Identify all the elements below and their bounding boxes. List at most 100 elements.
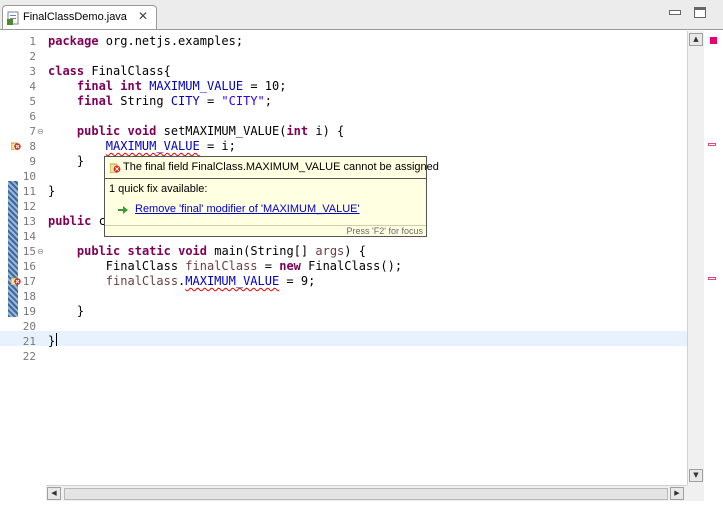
keyword: int (120, 79, 142, 93)
code-text: ; (264, 94, 273, 108)
horizontal-scrollbar[interactable]: ◀ ▶ (46, 485, 687, 501)
line-number: 14 (22, 230, 36, 243)
line-number: 12 (22, 200, 36, 213)
code-line-7: public void setMAXIMUM_VALUE(int i) { (48, 124, 344, 138)
keyword: void (178, 244, 207, 258)
scroll-right-button[interactable]: ▶ (670, 487, 684, 500)
code-text: } (48, 334, 56, 348)
code-line-21: } (48, 334, 55, 348)
code-text: FinalClass(); (300, 259, 403, 273)
code-line-9: } (48, 154, 84, 168)
tab-title: FinalClassDemo.java (23, 11, 127, 23)
code-text: = 10; (243, 79, 287, 93)
code-text: FinalClass{ (84, 64, 171, 78)
line-number: 11 (22, 185, 36, 198)
code-line-4: final int MAXIMUM_VALUE = 10; (48, 79, 287, 93)
code-text: = i; (199, 139, 236, 153)
quick-fix-count: 1 quick fix available: (109, 183, 208, 195)
error-field-name[interactable]: MAXIMUM_VALUE (185, 274, 279, 288)
error-marker-icon[interactable] (11, 140, 21, 150)
code-line-16: FinalClass finalClass = new FinalClass()… (48, 259, 402, 273)
field-name: CITY (170, 94, 200, 108)
overview-ruler[interactable] (704, 31, 723, 485)
code-text: } (76, 304, 85, 318)
line-number: 3 (29, 65, 36, 78)
local-variable: finalClass (185, 259, 258, 273)
scroll-left-button[interactable]: ◀ (47, 487, 61, 500)
fold-collapse-icon[interactable]: ⊖ (37, 127, 44, 136)
keyword: new (279, 259, 301, 273)
fold-collapse-icon[interactable]: ⊖ (37, 247, 44, 256)
line-number: 5 (29, 95, 36, 108)
line-number: 4 (29, 80, 36, 93)
code-text: org.netjs.examples; (98, 34, 244, 48)
tab-finalclassdemo[interactable]: FinalClassDemo.java ✕ (2, 5, 157, 30)
code-text: FinalClass (105, 259, 186, 273)
scroll-down-button[interactable]: ▼ (689, 469, 703, 482)
error-field-name[interactable]: MAXIMUM_VALUE (106, 139, 200, 153)
scroll-up-button[interactable]: ▲ (689, 33, 703, 46)
code-text: ) { (344, 244, 366, 258)
popup-header: The final field FinalClass.MAXIMUM_VALUE… (105, 157, 439, 179)
line-number: 13 (22, 215, 36, 228)
code-text: } (76, 154, 85, 168)
keyword: void (127, 124, 157, 138)
string-literal: "CITY" (221, 94, 265, 108)
code-text: String (113, 94, 171, 108)
overview-error-mark[interactable] (708, 143, 716, 146)
error-icon (110, 163, 121, 173)
line-number: 10 (22, 170, 36, 183)
line-number: 21 (22, 335, 36, 348)
vertical-scrollbar[interactable]: ▲ ▼ (687, 31, 704, 485)
keyword: public (76, 244, 121, 258)
error-summary-indicator[interactable] (710, 37, 717, 44)
error-message: The final field FinalClass.MAXIMUM_VALUE… (123, 161, 439, 173)
line-number: 7 (29, 125, 36, 138)
close-icon[interactable]: ✕ (138, 9, 148, 23)
keyword: final (76, 94, 114, 108)
code-line-1: package org.netjs.examples; (48, 34, 243, 48)
keyword: final (76, 79, 114, 93)
code-text: } (48, 184, 56, 198)
text-caret (56, 333, 57, 346)
code-line-19: } (48, 304, 84, 318)
overview-error-mark[interactable] (708, 277, 716, 280)
code-text: i) { (308, 124, 345, 138)
keyword: package (48, 34, 99, 48)
line-number: 18 (22, 290, 36, 303)
local-variable: finalClass (105, 274, 179, 288)
line-number: 16 (22, 260, 36, 273)
quick-fix-icon (118, 206, 128, 214)
current-line-highlight (0, 331, 687, 346)
code-line-11: } (48, 184, 55, 198)
horizontal-scroll-thumb[interactable] (64, 488, 668, 500)
keyword: int (286, 124, 309, 138)
keyword: public (76, 124, 121, 138)
maximize-icon[interactable] (694, 7, 706, 18)
parameter-name: args (315, 244, 345, 258)
line-number: 22 (22, 350, 36, 363)
line-number: 2 (29, 50, 36, 63)
line-number: 15 (22, 245, 36, 258)
focus-hint: Press 'F2' for focus (346, 226, 423, 236)
code-line-13: public c (48, 214, 106, 228)
line-number: 1 (29, 35, 36, 48)
code-text: main(String[] (207, 244, 316, 258)
code-text: setMAXIMUM_VALUE( (156, 124, 287, 138)
error-marker-icon[interactable] (11, 275, 21, 285)
line-number: 20 (22, 320, 36, 333)
code-line-15: public static void main(String[] args) { (48, 244, 366, 258)
quick-fix-link[interactable]: Remove 'final' modifier of 'MAXIMUM_VALU… (135, 203, 360, 215)
code-line-3: class FinalClass{ (48, 64, 171, 78)
code-text: = (199, 94, 222, 108)
quick-fix-popup: The final field FinalClass.MAXIMUM_VALUE… (104, 156, 439, 237)
popup-footer: Press 'F2' for focus (105, 225, 426, 236)
minimize-icon[interactable] (669, 10, 681, 15)
field-name: MAXIMUM_VALUE (149, 79, 244, 93)
change-ruler (8, 181, 18, 317)
code-text: = 9; (279, 274, 316, 288)
editor-tab-bar: FinalClassDemo.java ✕ (0, 0, 723, 30)
keyword: class (48, 64, 85, 78)
line-number: 6 (29, 110, 36, 123)
code-line-17: finalClass.MAXIMUM_VALUE = 9; (48, 274, 316, 288)
